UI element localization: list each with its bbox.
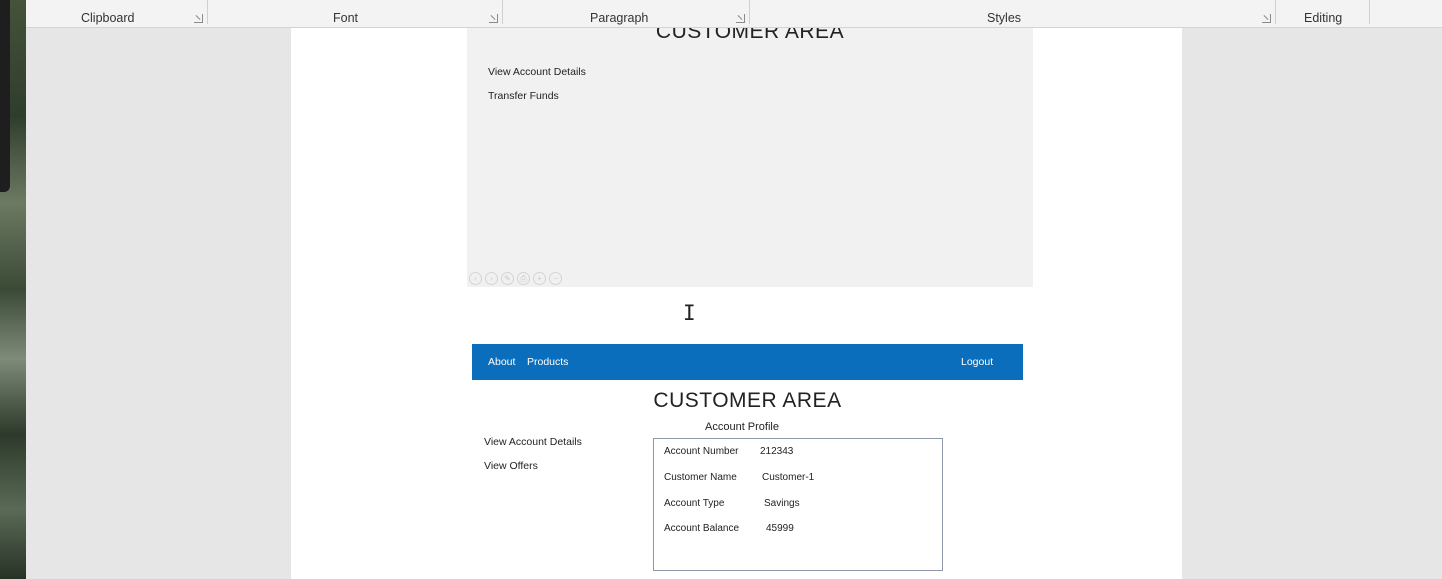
desktop-wallpaper: [0, 0, 26, 579]
profile-row-account-type: Account Type Savings: [664, 498, 800, 509]
mockup-link-transfer-funds: Transfer Funds: [488, 90, 559, 102]
profile-value: 45999: [766, 523, 794, 534]
nav-logout-link: Logout: [961, 356, 994, 368]
account-profile-box: Account Number 212343 Customer Name Cust…: [653, 438, 943, 571]
side-link-view-account-details: View Account Details: [484, 436, 582, 448]
ribbon-group-paragraph: Paragraph: [590, 11, 649, 25]
profile-value: Customer-1: [762, 472, 815, 483]
nav-products-link: Products: [527, 356, 569, 368]
mockup-navbar: About Products Logout: [472, 344, 1023, 380]
account-profile-title: Account Profile: [705, 421, 779, 433]
profile-label: Account Number: [664, 446, 739, 457]
ribbon-group-font: Font: [333, 11, 359, 25]
forward-icon: ›: [485, 272, 498, 285]
profile-row-account-number: Account Number 212343: [664, 446, 793, 457]
mockup-heading: CUSTOMER AREA: [655, 28, 845, 43]
mockup-toolbar: ‹ › ✎ ⎙ + −: [469, 272, 562, 285]
ribbon-group-clipboard: Clipboard: [81, 11, 135, 25]
ribbon-divider: [207, 0, 208, 24]
mockup-link-view-account-details: View Account Details: [488, 66, 586, 78]
ribbon-divider: [1369, 0, 1370, 24]
ribbon-group-styles: Styles: [987, 11, 1022, 25]
side-link-view-offers: View Offers: [484, 460, 538, 472]
document-page[interactable]: CUSTOMER AREA View Account Details Trans…: [291, 28, 1182, 579]
edit-icon: ✎: [501, 272, 514, 285]
ribbon-divider: [749, 0, 750, 24]
back-icon: ‹: [469, 272, 482, 285]
ribbon-group-editing: Editing: [1304, 11, 1343, 25]
profile-row-customer-name: Customer Name Customer-1: [664, 472, 814, 483]
profile-label: Account Type: [664, 498, 725, 509]
text-cursor-icon: I: [683, 301, 696, 325]
zoom-in-icon: +: [533, 272, 546, 285]
ribbon-group-labels: Clipboard Font Paragraph Styles Editing: [26, 0, 1442, 28]
paragraph-dialog-launcher-icon[interactable]: [736, 14, 745, 23]
profile-value: Savings: [764, 498, 800, 509]
ribbon-divider: [1275, 0, 1276, 24]
nav-about-link: About: [488, 356, 516, 368]
ribbon-divider: [502, 0, 503, 24]
profile-value: 212343: [760, 446, 794, 457]
print-icon: ⎙: [517, 272, 530, 285]
zoom-out-icon: −: [549, 272, 562, 285]
profile-label: Account Balance: [664, 523, 740, 534]
font-dialog-launcher-icon[interactable]: [489, 14, 498, 23]
styles-dialog-launcher-icon[interactable]: [1262, 14, 1271, 23]
profile-row-account-balance: Account Balance 45999: [664, 523, 794, 534]
profile-label: Customer Name: [664, 472, 737, 483]
clipboard-dialog-launcher-icon[interactable]: [194, 14, 203, 23]
customer-area-heading: CUSTOMER AREA: [653, 389, 842, 412]
customer-area-mockup-image: CUSTOMER AREA View Account Details Trans…: [467, 28, 1033, 287]
